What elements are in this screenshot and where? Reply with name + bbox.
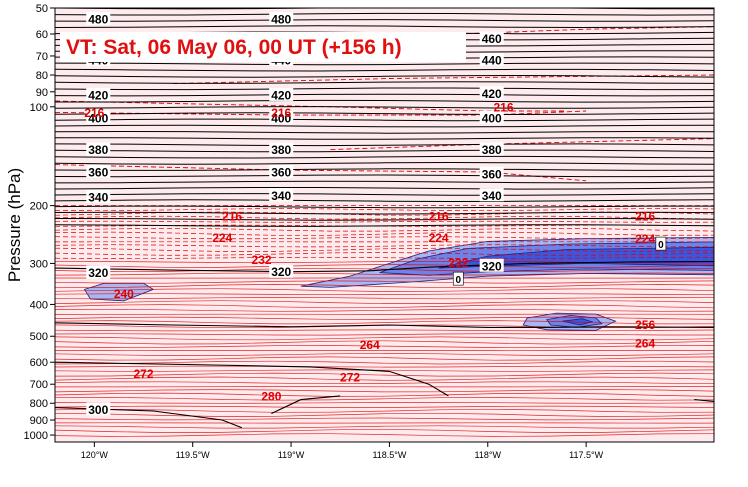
temp-label-12: 256 [635, 318, 655, 332]
theta-label-15: 360 [88, 166, 108, 180]
theta-label-0: 480 [88, 12, 108, 26]
theta-label-14: 380 [482, 143, 502, 157]
zero-label-0: 0 [658, 240, 664, 251]
y-tick-label-7: 300 [30, 258, 48, 270]
chart-title: VT: Sat, 06 May 06, 00 UT (+156 h) [66, 36, 402, 59]
theta-label-5: 440 [482, 53, 502, 67]
theta-label-20: 340 [482, 189, 502, 203]
x-axis: 120°W 119.5°W 119°W 118.5°W 118°W 117.5°W [81, 442, 604, 460]
theta-label-6: 420 [88, 88, 108, 102]
theta-label-21: 320 [88, 266, 108, 280]
x-tick-label-3: 118.5°W [372, 450, 406, 460]
y-tick-label-0: 50 [36, 3, 48, 15]
temp-label-5: 216 [635, 209, 655, 223]
y-tick-label-11: 700 [30, 379, 48, 391]
y-tick-label-14: 1000 [24, 430, 48, 442]
theta-label-17: 360 [482, 167, 502, 181]
y-tick-label-5: 100 [30, 102, 48, 114]
temp-label-17: 280 [261, 389, 281, 403]
pressure-cross-section-chart: 4804804604404404404204204204004004003803… [5, 3, 715, 460]
temp-label-14: 264 [635, 337, 655, 351]
zero-label-1: 0 [455, 275, 461, 286]
y-tick-label-13: 900 [30, 415, 48, 427]
theta-label-23: 320 [482, 259, 502, 273]
x-tick-label-1: 119.5°W [176, 450, 210, 460]
temp-label-11: 240 [114, 287, 134, 301]
y-tick-label-12: 800 [30, 398, 48, 410]
temp-label-15: 272 [134, 367, 154, 381]
x-tick-label-0: 120°W [81, 450, 109, 460]
y-tick-label-1: 60 [36, 29, 48, 41]
y-axis-label: Pressure (hPa) [5, 168, 24, 282]
temp-label-7: 224 [429, 231, 449, 245]
y-tick-label-9: 500 [30, 331, 48, 343]
y-tick-label-10: 600 [30, 357, 48, 369]
theta-label-2: 460 [482, 32, 502, 46]
y-tick-label-2: 70 [36, 51, 48, 63]
theta-label-18: 340 [88, 190, 108, 204]
temp-label-10: 232 [448, 256, 468, 270]
theta-label-22: 320 [271, 265, 291, 279]
temp-label-9: 232 [252, 253, 272, 267]
x-tick-label-5: 117.5°W [569, 450, 603, 460]
y-tick-label-8: 400 [30, 299, 48, 311]
theta-label-12: 380 [88, 143, 108, 157]
temp-label-16: 272 [340, 370, 360, 384]
theta-label-24: 300 [88, 403, 108, 417]
theta-label-13: 380 [271, 143, 291, 157]
theta-label-7: 420 [271, 88, 291, 102]
theta-label-16: 360 [271, 166, 291, 180]
y-tick-label-3: 80 [36, 70, 48, 82]
temp-label-0: 216 [84, 106, 104, 120]
temp-label-3: 216 [222, 209, 242, 223]
temp-label-8: 224 [635, 232, 655, 246]
temp-label-6: 224 [212, 231, 232, 245]
y-axis: 50 60 70 80 90 100 200 300 400 500 600 700 800 900 100… [24, 3, 55, 442]
theta-label-1: 480 [271, 12, 291, 26]
theta-label-19: 340 [271, 189, 291, 203]
y-tick-label-4: 90 [36, 87, 48, 99]
y-tick-label-6: 200 [30, 201, 48, 213]
theta-label-8: 420 [482, 87, 502, 101]
x-tick-label-4: 118°W [475, 450, 502, 460]
temp-label-13: 264 [360, 338, 380, 352]
temp-label-4: 216 [429, 209, 449, 223]
x-tick-label-2: 119°W [278, 450, 305, 460]
temp-label-2: 216 [493, 100, 513, 114]
temp-label-1: 216 [271, 106, 291, 120]
